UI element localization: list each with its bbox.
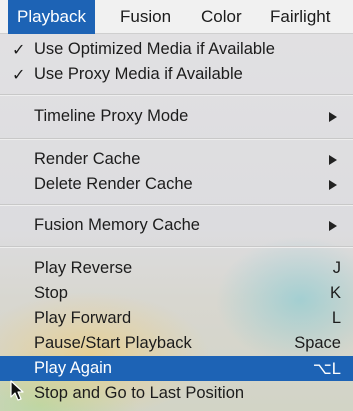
menu-item-label: Stop and Go to Last Position <box>34 384 245 402</box>
menu-title-fusion[interactable]: Fusion <box>120 0 171 34</box>
menu-separator <box>0 94 353 96</box>
submenu-arrow-icon <box>329 221 337 231</box>
menu-item-shortcut: ⌥L <box>312 360 341 378</box>
checkmark-icon: ✓ <box>12 42 26 59</box>
menu-item-shortcut: J <box>332 259 341 277</box>
menu-item-fusion-memory-cache[interactable]: Fusion Memory Cache <box>0 213 353 238</box>
menu-item-use-proxy-media[interactable]: ✓ Use Proxy Media if Available <box>0 62 353 87</box>
submenu-arrow-icon <box>329 180 337 190</box>
menu-item-label: Play Forward <box>34 309 132 327</box>
menu-item-shortcut: L <box>331 309 341 327</box>
menu-title-playback[interactable]: Playback <box>8 0 95 34</box>
menu-item-label: Render Cache <box>34 150 141 168</box>
menu-separator <box>0 246 353 248</box>
menu-item-play-forward[interactable]: Play Forward L <box>0 306 353 331</box>
menu-item-label: Pause/Start Playback <box>34 334 192 352</box>
menu-item-pause-start-playback[interactable]: Pause/Start Playback Space <box>0 331 353 356</box>
menu-item-use-optimized-media[interactable]: ✓ Use Optimized Media if Available <box>0 37 353 62</box>
menu-item-label: Play Again <box>34 359 112 377</box>
menu-item-stop[interactable]: Stop K <box>0 281 353 306</box>
menu-item-timeline-proxy-mode[interactable]: Timeline Proxy Mode <box>0 104 353 129</box>
menu-item-label: Delete Render Cache <box>34 175 193 193</box>
menu-item-stop-and-go-to-last-position[interactable]: Stop and Go to Last Position <box>0 381 353 406</box>
menu-item-label: Stop <box>34 284 68 302</box>
submenu-arrow-icon <box>329 155 337 165</box>
menu-item-label: Use Optimized Media if Available <box>34 40 275 58</box>
menu-item-label: Fusion Memory Cache <box>34 216 200 234</box>
menu-item-play-again[interactable]: Play Again ⌥L <box>0 356 353 381</box>
menu-item-shortcut: Space <box>294 334 341 352</box>
menu-separator <box>0 204 353 206</box>
menu-title-fairlight[interactable]: Fairlight <box>270 0 330 34</box>
menu-item-shortcut: K <box>329 284 341 302</box>
submenu-arrow-icon <box>329 112 337 122</box>
menu-item-render-cache[interactable]: Render Cache <box>0 147 353 172</box>
menu-item-play-reverse[interactable]: Play Reverse J <box>0 256 353 281</box>
menu-bar: Playback Fusion Color Fairlight <box>0 0 353 34</box>
menu-item-label: Use Proxy Media if Available <box>34 65 243 83</box>
mouse-pointer-icon <box>10 380 24 401</box>
menu-separator <box>0 138 353 140</box>
menu-item-delete-render-cache[interactable]: Delete Render Cache <box>0 172 353 197</box>
menu-title-color[interactable]: Color <box>201 0 242 34</box>
menu-item-label: Play Reverse <box>34 259 133 277</box>
menu-item-label: Timeline Proxy Mode <box>34 107 189 125</box>
checkmark-icon: ✓ <box>12 67 26 84</box>
